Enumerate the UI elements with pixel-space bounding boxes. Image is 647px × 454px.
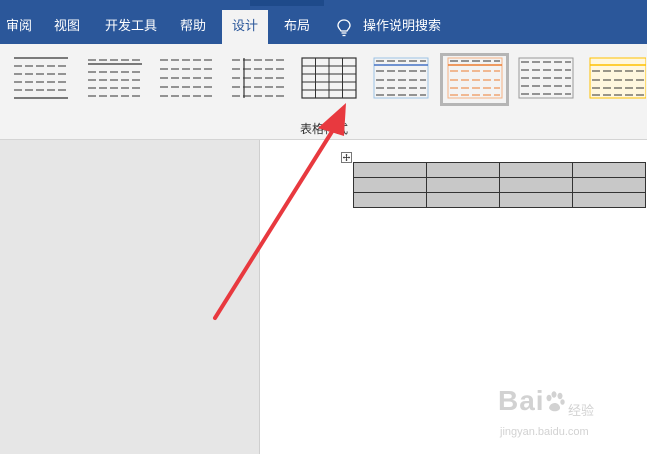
- ribbon-tab-bar: [0, 0, 647, 44]
- lightbulb-icon[interactable]: [336, 19, 352, 37]
- tab-help[interactable]: 帮助: [180, 0, 206, 44]
- watermark-cn: 经验: [568, 404, 595, 419]
- table-style-3[interactable]: [158, 56, 216, 100]
- tell-me-search[interactable]: 操作说明搜索: [363, 0, 441, 44]
- table-style-6-blue[interactable]: [372, 56, 430, 100]
- table-cell[interactable]: [499, 177, 573, 193]
- table-cell[interactable]: [353, 192, 427, 208]
- watermark-url: jingyan.baidu.com: [500, 426, 589, 438]
- table-cell[interactable]: [499, 192, 573, 208]
- tab-view[interactable]: 视图: [54, 0, 80, 44]
- table-style-5-grid[interactable]: [300, 56, 358, 100]
- baidu-watermark: Bai 经验 jingyan.baidu.com: [498, 385, 616, 443]
- table-cell[interactable]: [353, 162, 427, 178]
- table-style-8[interactable]: [517, 56, 575, 100]
- table-row: [353, 177, 646, 193]
- table-row: [353, 192, 646, 208]
- table-cell[interactable]: [499, 162, 573, 178]
- table-cell[interactable]: [572, 177, 646, 193]
- table-cell[interactable]: [426, 177, 500, 193]
- table-style-4[interactable]: [230, 56, 288, 100]
- tab-developer[interactable]: 开发工具: [105, 0, 157, 44]
- tab-design[interactable]: 设计: [222, 10, 268, 44]
- table-cell[interactable]: [426, 192, 500, 208]
- watermark-brand: Bai: [498, 385, 545, 416]
- selected-style-highlight: [440, 53, 509, 106]
- paw-icon: [546, 391, 565, 412]
- tab-review[interactable]: 审阅: [6, 0, 32, 44]
- table-row: [353, 162, 646, 178]
- tab-layout[interactable]: 布局: [284, 0, 310, 44]
- table-styles-group-label: 表格样式: [300, 122, 349, 136]
- table-style-9-gold[interactable]: [588, 56, 646, 100]
- table-cell[interactable]: [572, 192, 646, 208]
- table-move-handle-icon[interactable]: [341, 152, 352, 163]
- table-cell[interactable]: [426, 162, 500, 178]
- table-cell[interactable]: [572, 162, 646, 178]
- table-style-1[interactable]: [12, 56, 70, 100]
- table-cell[interactable]: [353, 177, 427, 193]
- table-style-2[interactable]: [86, 56, 144, 100]
- document-table[interactable]: [353, 162, 646, 208]
